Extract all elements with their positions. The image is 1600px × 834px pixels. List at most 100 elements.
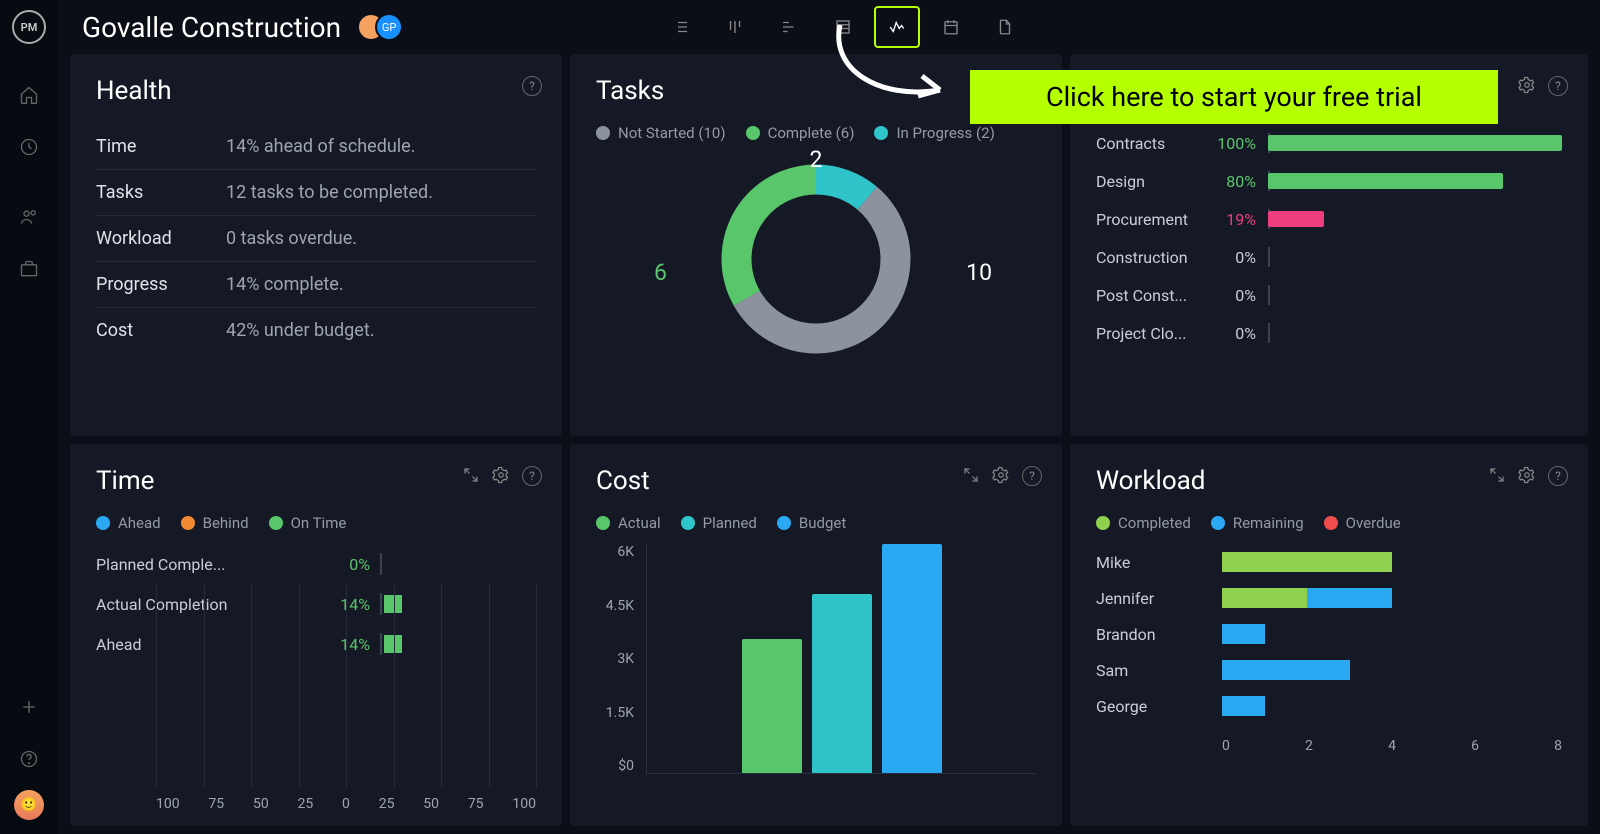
- card-settings-icon[interactable]: [492, 466, 510, 484]
- card-settings-icon[interactable]: [1518, 76, 1536, 94]
- help-icon[interactable]: [8, 738, 50, 780]
- workload-name: George: [1096, 697, 1222, 716]
- health-row: Workload0 tasks overdue.: [96, 216, 536, 262]
- legend-item[interactable]: On Time: [269, 514, 347, 532]
- progress-percent: 0%: [1206, 324, 1256, 343]
- view-board-icon[interactable]: [712, 6, 758, 48]
- time-percent: 0%: [316, 555, 370, 574]
- logo-icon[interactable]: PM: [12, 10, 46, 44]
- add-icon[interactable]: [8, 686, 50, 728]
- avatar-2: GP: [375, 13, 403, 41]
- axis-tick: 6K: [596, 544, 642, 560]
- progress-percent: 0%: [1206, 286, 1256, 305]
- card-health: Health ? Time14% ahead of schedule.Tasks…: [70, 54, 562, 436]
- card-expand-icon[interactable]: [1488, 466, 1506, 484]
- legend-item[interactable]: Overdue: [1324, 514, 1401, 532]
- legend-item[interactable]: Planned: [681, 514, 757, 532]
- workload-row: Mike: [1096, 544, 1562, 580]
- progress-bar-fill: [1268, 211, 1324, 227]
- health-row: Time14% ahead of schedule.: [96, 124, 536, 170]
- legend-item[interactable]: Remaining: [1211, 514, 1304, 532]
- card-help-icon[interactable]: ?: [1548, 466, 1568, 486]
- progress-label: Contracts: [1096, 134, 1206, 153]
- health-row: Cost42% under budget.: [96, 308, 536, 353]
- cost-bar: [882, 544, 942, 773]
- health-value: 14% complete.: [226, 274, 344, 295]
- progress-percent: 80%: [1206, 172, 1256, 191]
- view-files-icon[interactable]: [982, 6, 1028, 48]
- legend-dot-icon: [1324, 516, 1338, 530]
- cost-bar: [812, 594, 872, 773]
- legend-label: Completed: [1118, 514, 1191, 532]
- axis-tick: 8: [1554, 738, 1562, 754]
- legend-item[interactable]: Ahead: [96, 514, 161, 532]
- card-expand-icon[interactable]: [962, 466, 980, 484]
- legend-dot-icon: [681, 516, 695, 530]
- progress-bar-track: [1268, 285, 1562, 305]
- progress-label: Post Const...: [1096, 286, 1206, 305]
- card-help-icon[interactable]: ?: [522, 466, 542, 486]
- legend-dot-icon: [874, 126, 888, 140]
- progress-bar-track: [1268, 323, 1562, 343]
- legend-item[interactable]: Complete (6): [746, 124, 855, 142]
- main-area: Govalle Construction GP Click here to st…: [58, 0, 1600, 834]
- progress-row: Contracts 100%: [1096, 124, 1562, 162]
- card-time: Time ? AheadBehindOn Time Planned Comple…: [70, 444, 562, 826]
- legend-dot-icon: [746, 126, 760, 140]
- legend-label: Overdue: [1346, 514, 1401, 532]
- annotation-arrow-icon: [820, 20, 970, 120]
- axis-tick: 100: [512, 796, 536, 812]
- legend-dot-icon: [1096, 516, 1110, 530]
- card-help-icon[interactable]: ?: [1548, 76, 1568, 96]
- project-avatars[interactable]: GP: [357, 13, 403, 41]
- cost-bar: [742, 639, 802, 773]
- workload-track: [1222, 588, 1562, 608]
- legend-item[interactable]: Budget: [777, 514, 846, 532]
- axis-tick: 25: [298, 796, 314, 812]
- progress-label: Construction: [1096, 248, 1206, 267]
- user-avatar[interactable]: 🙂: [14, 790, 44, 820]
- card-settings-icon[interactable]: [1518, 466, 1536, 484]
- home-icon[interactable]: [8, 74, 50, 116]
- axis-tick: 2: [1305, 738, 1313, 754]
- donut-val-inprogress: 2: [810, 146, 823, 173]
- workload-row: George: [1096, 688, 1562, 724]
- legend-item[interactable]: Actual: [596, 514, 661, 532]
- progress-row: Procurement 19%: [1096, 200, 1562, 238]
- legend-item[interactable]: Behind: [181, 514, 249, 532]
- legend-label: Behind: [203, 514, 249, 532]
- card-settings-icon[interactable]: [992, 466, 1010, 484]
- axis-tick: 3K: [596, 651, 642, 667]
- workload-track: [1222, 624, 1562, 644]
- view-gantt-icon[interactable]: [766, 6, 812, 48]
- health-label: Tasks: [96, 182, 226, 203]
- progress-bar-track: [1268, 171, 1562, 191]
- card-expand-icon[interactable]: [462, 466, 480, 484]
- progress-row: Construction 0%: [1096, 238, 1562, 276]
- card-workload: Workload ? CompletedRemainingOverdue Mik…: [1070, 444, 1588, 826]
- team-icon[interactable]: [8, 196, 50, 238]
- progress-bar-track: [1268, 247, 1562, 267]
- legend-item[interactable]: Not Started (10): [596, 124, 726, 142]
- axis-tick: 75: [208, 796, 224, 812]
- free-trial-banner[interactable]: Click here to start your free trial: [970, 70, 1498, 124]
- progress-percent: 100%: [1206, 134, 1256, 153]
- progress-label: Project Clo...: [1096, 324, 1206, 343]
- legend-label: On Time: [291, 514, 347, 532]
- workload-segment: [1307, 588, 1392, 608]
- legend-item[interactable]: In Progress (2): [874, 124, 994, 142]
- legend-dot-icon: [1211, 516, 1225, 530]
- legend-item[interactable]: Completed: [1096, 514, 1191, 532]
- view-list-icon[interactable]: [658, 6, 704, 48]
- workload-track: [1222, 552, 1562, 572]
- card-help-icon[interactable]: ?: [522, 76, 542, 96]
- axis-tick: 4.5K: [596, 598, 642, 614]
- workload-name: Sam: [1096, 661, 1222, 680]
- health-value: 14% ahead of schedule.: [226, 136, 415, 157]
- portfolio-icon[interactable]: [8, 248, 50, 290]
- card-cost: Cost ? ActualPlannedBudget 6K4.5K3K1.5K$…: [570, 444, 1062, 826]
- recent-icon[interactable]: [8, 126, 50, 168]
- legend-label: Remaining: [1233, 514, 1304, 532]
- card-help-icon[interactable]: ?: [1022, 466, 1042, 486]
- time-label: Planned Comple...: [96, 555, 316, 574]
